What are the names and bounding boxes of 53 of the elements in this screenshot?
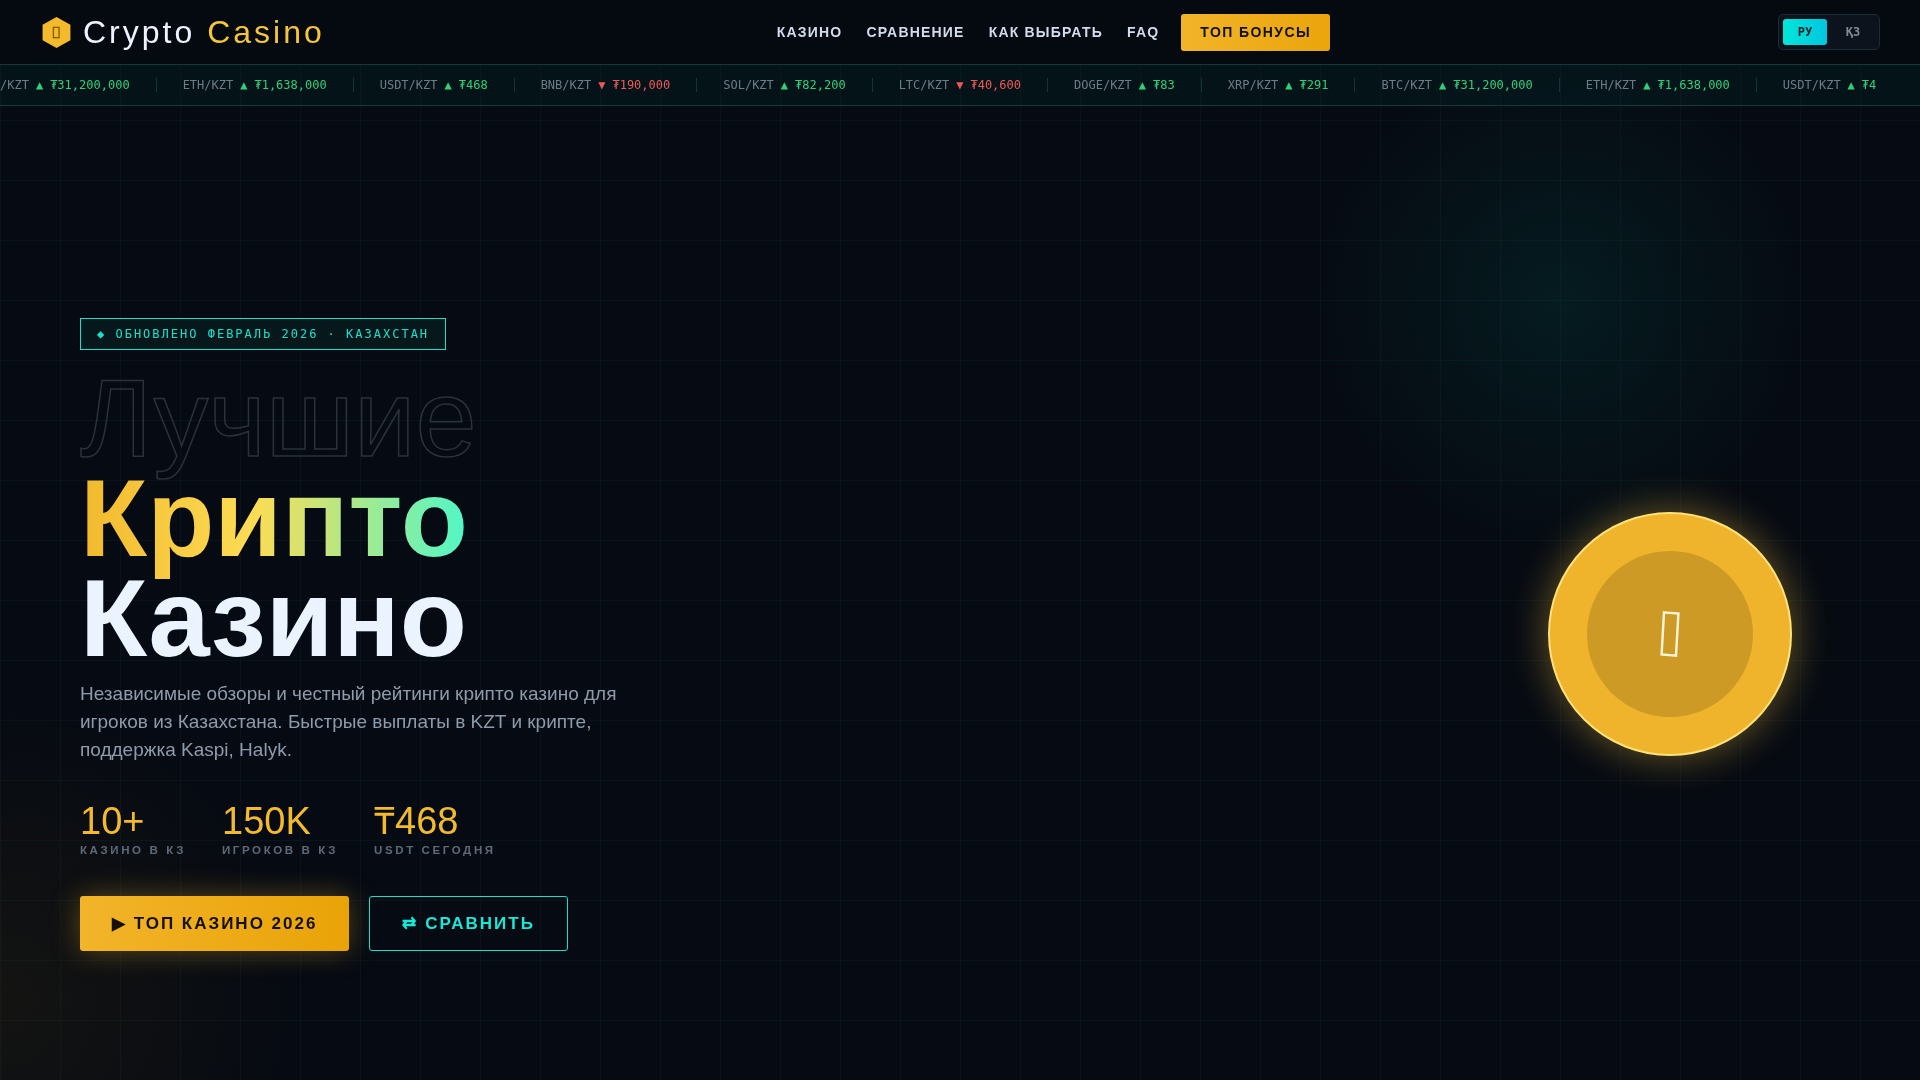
- ticker-arrow: ▲: [444, 78, 452, 92]
- stat-value: 10+: [80, 800, 146, 842]
- compare-button[interactable]: ⇄ СРАВНИТЬ: [369, 896, 568, 951]
- update-badge: ◆ ОБНОВЛЕНО ФЕВРАЛЬ 2026 · КАЗАХСТАН: [80, 318, 447, 350]
- nav-link[interactable]: КАЗИНО: [776, 24, 843, 40]
- stat-label: ИГРОКОВ В КЗ: [222, 844, 339, 856]
- hexagon-logo-icon: [40, 15, 73, 49]
- ticker-pair: BNB/KZT: [540, 78, 592, 92]
- ticker-pair: /KZT: [0, 78, 29, 92]
- description-text: Независимые обзоры и честный рейтинги крипто казино для игроков из Казахстана. Быстрые выплаты в KZT и крипте, поддержка Kaspi, Halyk.: [80, 682, 618, 762]
- ticker-pair: ETH/KZT: [182, 78, 234, 92]
- ticker-price: ₮190,000: [612, 78, 671, 92]
- ticker-price: ₮468: [458, 78, 488, 92]
- top-casino-button[interactable]: ▶ ТОП КАЗИНО 2026: [80, 896, 350, 951]
- ticker-price: ₮1,638,000: [1657, 78, 1730, 92]
- nav-link[interactable]: FAQ: [1126, 24, 1160, 40]
- ticker-pair: LTC/KZT: [898, 78, 950, 92]
- top-bonuses-button[interactable]: ТОП БОНУСЫ: [1181, 13, 1330, 51]
- ticker-pair: SOL/KZT: [723, 78, 774, 92]
- ticker-price: ₮4: [1861, 78, 1877, 92]
- ticker-price: ₮1,638,000: [254, 78, 327, 92]
- ticker-arrow: ▲: [1439, 78, 1447, 92]
- language-button[interactable]: ҚЗ: [1831, 19, 1875, 45]
- ticker-arrow: ▲: [1285, 78, 1293, 92]
- missing-glyph-icon: [1658, 609, 1682, 659]
- ticker-price: ₮40,600: [970, 78, 1021, 92]
- ticker-pair: DOGE/KZT: [1074, 78, 1132, 92]
- ticker-pair: XRP/KZT: [1227, 78, 1279, 92]
- ticker-arrow: ▲: [780, 78, 789, 92]
- ticker-arrow: ▲: [35, 78, 44, 92]
- ticker-arrow: ▲: [240, 78, 248, 92]
- ticker-pair: BTC/KZT: [1381, 78, 1433, 92]
- site-logo-text[interactable]: Crypto Casino: [83, 13, 325, 51]
- stat-value: ₸468: [374, 800, 460, 842]
- ticker-price: ₮291: [1299, 78, 1329, 92]
- ticker-pair: USDT/KZT: [1782, 78, 1841, 92]
- ticker-price: ₮31,200,000: [50, 78, 130, 92]
- ticker-arrow: ▼: [598, 78, 606, 92]
- ticker-price: ₮82,200: [795, 78, 846, 92]
- stat-label: USDT СЕГОДНЯ: [374, 844, 496, 856]
- ticker-arrow: ▼: [956, 78, 964, 92]
- ticker-arrow: ▲: [1847, 78, 1855, 92]
- language-button[interactable]: РУ: [1783, 19, 1827, 45]
- ticker-price: ₮83: [1153, 78, 1175, 92]
- ticker-pair: USDT/KZT: [379, 78, 438, 92]
- nav-link[interactable]: КАК ВЫБРАТЬ: [988, 24, 1103, 40]
- stat-label: КАЗИНО В КЗ: [80, 844, 186, 856]
- nav-link[interactable]: СРАВНЕНИЕ: [866, 24, 965, 40]
- ticker-pair: ETH/KZT: [1585, 78, 1637, 92]
- ticker-arrow: ▲: [1138, 78, 1147, 92]
- ticker-arrow: ▲: [1643, 78, 1651, 92]
- stat-value: 150K: [222, 800, 312, 842]
- ticker-price: ₮31,200,000: [1453, 78, 1533, 92]
